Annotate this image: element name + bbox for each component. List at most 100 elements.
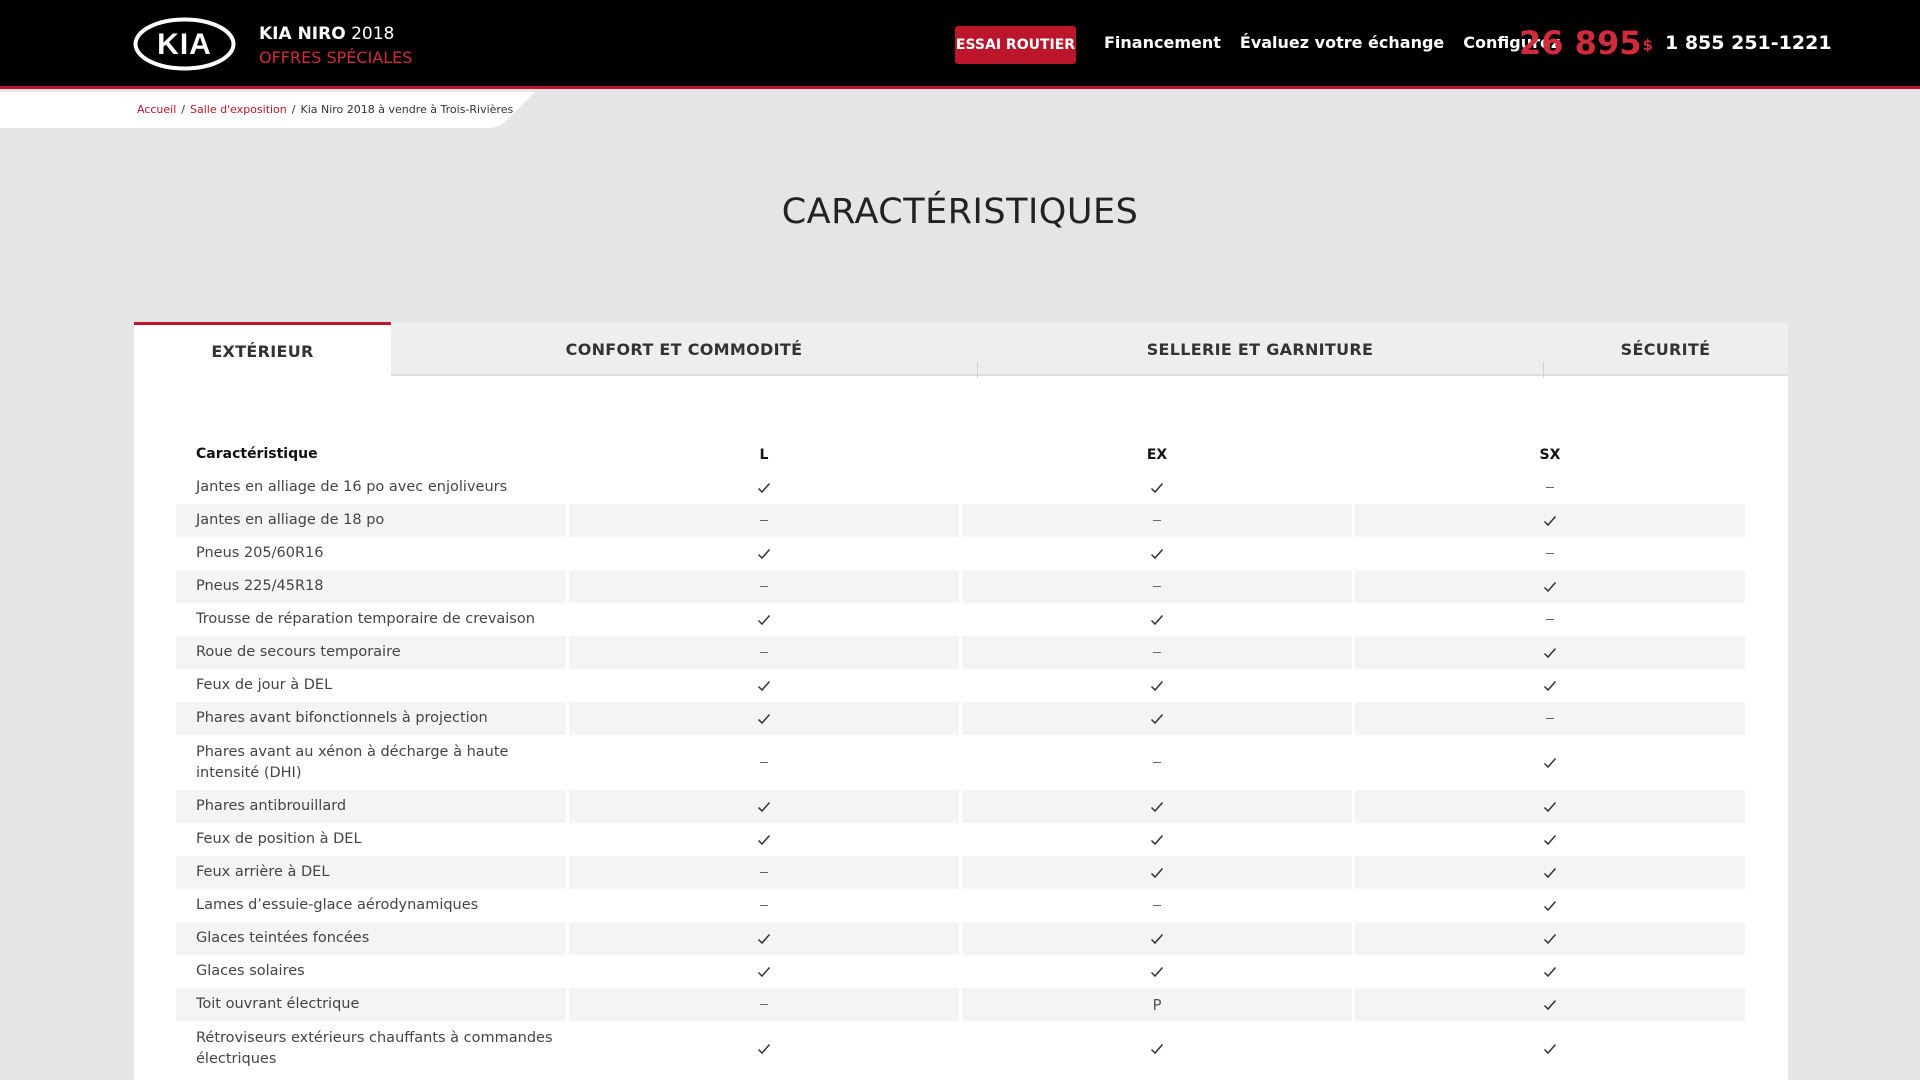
feature-label: Glaces solaires [196, 963, 305, 979]
table-row: Feux arrière à DEL [176, 856, 1746, 889]
checkmark-icon [757, 966, 771, 977]
trim-value-cell [1352, 504, 1745, 537]
nav-financing[interactable]: Financement [1104, 33, 1221, 52]
trim-value-cell [566, 471, 959, 504]
trim-value-cell [566, 603, 959, 636]
trim-value-cell [1352, 955, 1745, 988]
not-available-dash-icon [1153, 762, 1161, 763]
breadcrumb-home[interactable]: Accueil [137, 103, 176, 116]
checkmark-icon [1543, 680, 1557, 691]
table-row: Toit ouvrant électrique P [176, 988, 1746, 1021]
trim-value-cell: P [959, 988, 1352, 1021]
checkmark-icon [1543, 867, 1557, 878]
feature-label: Feux de jour à DEL [196, 677, 333, 693]
checkmark-icon [757, 713, 771, 724]
trim-value-cell [566, 955, 959, 988]
phone-number[interactable]: 1 855 251-1221 [1665, 32, 1832, 54]
checkmark-icon [757, 834, 771, 845]
trim-value-cell [566, 856, 959, 889]
trim-value-cell [959, 955, 1352, 988]
checkmark-icon [1150, 482, 1164, 493]
feature-label: Phares antibrouillard [176, 790, 566, 823]
not-available-dash-icon [760, 652, 768, 653]
feature-label: Trousse de réparation temporaire de crev… [196, 611, 535, 627]
table-header-cell: EX [959, 438, 1352, 471]
checkmark-icon [1543, 647, 1557, 658]
checkmark-icon [757, 614, 771, 625]
tab-exterior[interactable]: EXTÉRIEUR [134, 322, 391, 378]
checkmark-icon [1543, 900, 1557, 911]
price-currency: $ [1642, 36, 1653, 54]
trim-value-cell [566, 790, 959, 823]
not-available-dash-icon [1153, 520, 1161, 521]
checkmark-icon [757, 1043, 771, 1054]
not-available-dash-icon [760, 762, 768, 763]
table-row: Pneus 205/60R16 [176, 537, 1746, 570]
trim-value-cell [566, 702, 959, 735]
trim-value-cell [959, 790, 1352, 823]
table-row: Glaces solaires [176, 955, 1746, 988]
special-offers-link[interactable]: OFFRES SPÉCIALES [259, 46, 412, 70]
trim-value-cell [959, 856, 1352, 889]
checkmark-icon [1543, 1043, 1557, 1054]
nav-trade-in[interactable]: Évaluez votre échange [1240, 33, 1444, 52]
feature-label: Jantes en alliage de 18 po [176, 504, 566, 537]
trim-value-cell [1352, 1021, 1745, 1076]
checkmark-icon [1150, 801, 1164, 812]
breadcrumb-showroom[interactable]: Salle d'exposition [190, 103, 287, 116]
kia-logo[interactable]: KIA [133, 17, 236, 71]
table-row: Jantes en alliage de 18 po [176, 504, 1746, 537]
tab-upholstery[interactable]: SELLERIE ET GARNITURE [977, 322, 1543, 376]
checkmark-icon [1543, 834, 1557, 845]
not-available-dash-icon [760, 872, 768, 873]
tab-safety[interactable]: SÉCURITÉ [1543, 322, 1788, 376]
table-row: Jantes en alliage de 16 po avec enjolive… [176, 471, 1746, 504]
table-row: Phares antibrouillard [176, 790, 1746, 823]
top-navigation-bar: KIA KIA NIRO 2018 OFFRES SPÉCIALES ESSAI… [0, 0, 1920, 89]
model-year: 2018 [351, 24, 395, 44]
trim-value-cell [566, 1021, 959, 1076]
page-title: CARACTÉRISTIQUES [781, 192, 1139, 232]
feature-label: Phares avant bifonctionnels à projection [176, 702, 566, 735]
table-row: Feux de position à DEL [176, 823, 1746, 856]
trim-value-cell [1352, 922, 1745, 955]
trim-value-cell [959, 636, 1352, 669]
kia-logo-text: KIA [157, 28, 212, 61]
table-row: Rétroviseurs extérieurs chauffants à com… [176, 1021, 1746, 1076]
not-available-dash-icon [760, 520, 768, 521]
table-row: Roue de secours temporaire [176, 636, 1746, 669]
trim-value-cell [959, 823, 1352, 856]
table-row: Glaces teintées foncées [176, 922, 1746, 955]
breadcrumb: Accueil / Salle d'exposition / Kia Niro 2018… [0, 92, 540, 128]
trim-value-cell [566, 988, 959, 1021]
feature-label: Jantes en alliage de 16 po avec enjolive… [196, 479, 508, 495]
checkmark-icon [1150, 933, 1164, 944]
feature-label: Pneus 225/45R18 [176, 570, 566, 603]
trim-value-cell [959, 537, 1352, 570]
specs-panel: EXTÉRIEUR CONFORT ET COMMODITÉ SELLERIE … [134, 322, 1788, 1080]
trim-value-cell [1352, 856, 1745, 889]
tab-comfort[interactable]: CONFORT ET COMMODITÉ [391, 322, 977, 376]
checkmark-icon [1543, 515, 1557, 526]
trim-value-cell [1352, 471, 1745, 504]
trim-value-cell [566, 636, 959, 669]
trim-value-cell [566, 823, 959, 856]
trim-value-cell [1352, 537, 1745, 570]
table-row: Feux de jour à DEL [176, 669, 1746, 702]
tab-divider [1543, 362, 1544, 378]
model-label: KIA NIRO 2018 OFFRES SPÉCIALES [259, 22, 412, 70]
checkmark-icon [1150, 548, 1164, 559]
trim-value-cell [959, 922, 1352, 955]
trim-value-cell [959, 471, 1352, 504]
checkmark-icon [757, 801, 771, 812]
checkmark-icon [1543, 757, 1557, 768]
trim-value-cell [566, 537, 959, 570]
feature-label: Pneus 205/60R16 [196, 545, 324, 561]
not-available-dash-icon [1546, 619, 1554, 620]
not-available-dash-icon [1546, 718, 1554, 719]
checkmark-icon [1150, 834, 1164, 845]
trim-value-cell [959, 1021, 1352, 1076]
test-drive-button[interactable]: ESSAI ROUTIER [955, 26, 1076, 64]
table-header-cell: Caractéristique [196, 446, 318, 462]
checkmark-icon [757, 548, 771, 559]
